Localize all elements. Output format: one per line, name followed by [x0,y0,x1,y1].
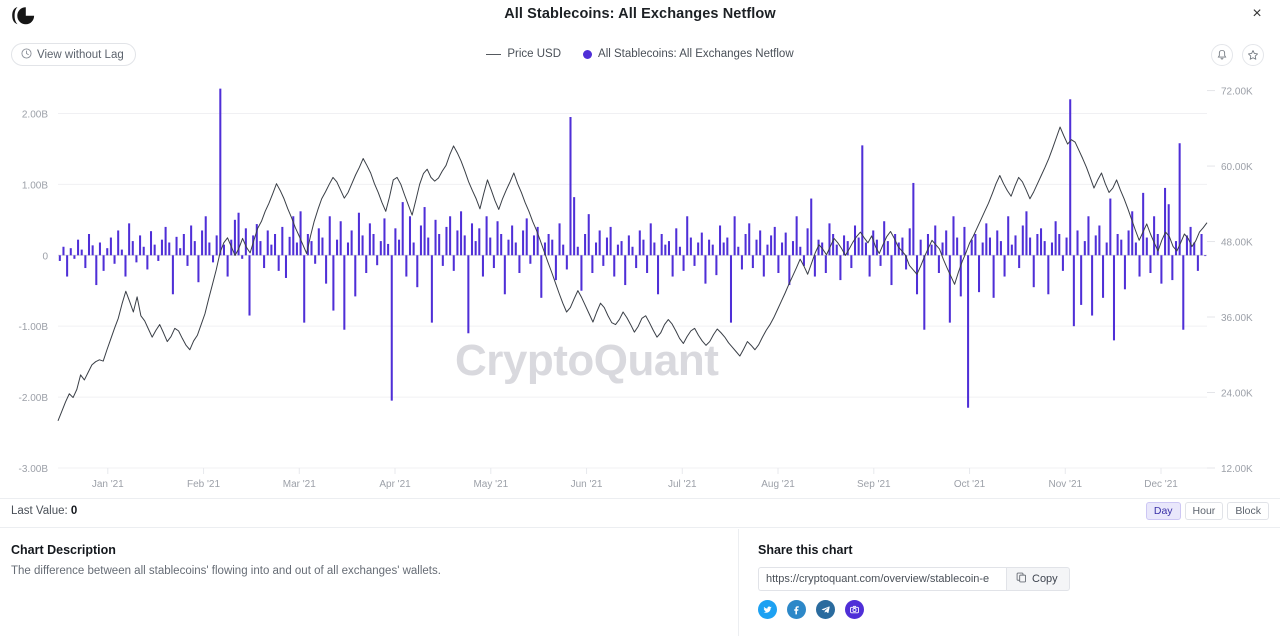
x-axis-tick: Oct '21 [954,479,986,490]
chart-description-title: Chart Description [11,543,116,557]
legend-line-marker [486,53,502,55]
last-value: Last Value: 0 [11,505,77,517]
copy-icon [1016,572,1027,586]
interval-button-day[interactable]: Day [1145,502,1181,520]
y-axis-left-tick: 2.00B [22,109,48,120]
legend-item-price-usd[interactable]: Price USD [486,48,561,60]
chart-legend: Price USD All Stablecoins: All Exchanges… [0,48,1280,60]
x-axis-tick: Mar '21 [283,479,316,490]
y-axis-right-tick: 72.00K [1221,87,1253,98]
x-axis-tick: Sep '21 [857,479,891,490]
y-axis-right-tick: 24.00K [1221,389,1253,400]
x-axis-tick: Jun '21 [571,479,603,490]
netflow-chart-svg: 2.00B 1.00B 0 -1.00B -2.00B -3.00B 72.00K 60.00… [19,87,1253,490]
legend-dot-marker [583,49,593,59]
share-panel: Share this chart Copy [740,529,1280,636]
copy-button[interactable]: Copy [1006,567,1070,591]
y-axis-left-tick: 0 [42,251,48,262]
close-icon[interactable]: × [1246,3,1268,25]
star-icon[interactable] [1242,44,1264,66]
share-url-input[interactable] [758,567,1006,591]
y-axis-right-tick: 12.00K [1221,464,1253,475]
x-axis-tick: Jul '21 [668,479,697,490]
x-axis-tick: Feb '21 [187,479,220,490]
social-share-row [758,600,864,619]
share-panel-title: Share this chart [758,543,853,557]
y-axis-left-tick: -2.00B [19,393,49,404]
interval-selector: Day Hour Block [1145,502,1269,520]
facebook-share-icon[interactable] [787,600,806,619]
y-axis-right-tick: 48.00K [1221,238,1253,249]
chart-description-panel: Chart Description The difference between… [0,529,739,636]
legend-item-netflow[interactable]: All Stablecoins: All Exchanges Netflow [583,48,794,60]
bell-icon[interactable] [1211,44,1233,66]
telegram-share-icon[interactable] [816,600,835,619]
copy-button-label: Copy [1032,573,1058,585]
screenshot-share-icon[interactable] [845,600,864,619]
x-axis-tick: Apr '21 [379,479,411,490]
share-url-row: Copy [758,567,1070,591]
last-value-number: 0 [70,505,78,517]
y-axis-left-tick: -1.00B [19,322,49,333]
y-axis-right-tick: 60.00K [1221,162,1253,173]
interval-button-hour[interactable]: Hour [1184,502,1224,520]
x-axis-tick: May '21 [473,479,508,490]
x-axis-tick: Aug '21 [761,479,795,490]
interval-button-block[interactable]: Block [1227,502,1269,520]
chart-modal: All Stablecoins: All Exchanges Netflow ×… [0,0,1280,636]
last-value-label: Last Value: [11,505,68,517]
chart-description-text: The difference between all stablecoins' … [11,565,441,577]
chart-plot-area[interactable]: 2.00B 1.00B 0 -1.00B -2.00B -3.00B 72.00K 60.00… [0,68,1280,496]
twitter-share-icon[interactable] [758,600,777,619]
y-axis-left-tick: 1.00B [22,180,48,191]
x-axis-tick: Dec '21 [1144,479,1178,490]
page-title: All Stablecoins: All Exchanges Netflow [504,6,776,22]
y-axis-left-tick: -3.00B [19,464,49,475]
legend-label-netflow: All Stablecoins: All Exchanges Netflow [598,48,794,60]
watermark: CryptoQuant [455,336,719,385]
chart-footer-bar: Last Value: 0 Day Hour Block [0,498,1280,528]
legend-label-price-usd: Price USD [507,48,562,60]
x-axis-tick: Nov '21 [1048,479,1082,490]
y-axis-right-tick: 36.00K [1221,313,1253,324]
x-axis-tick: Jan '21 [92,479,124,490]
